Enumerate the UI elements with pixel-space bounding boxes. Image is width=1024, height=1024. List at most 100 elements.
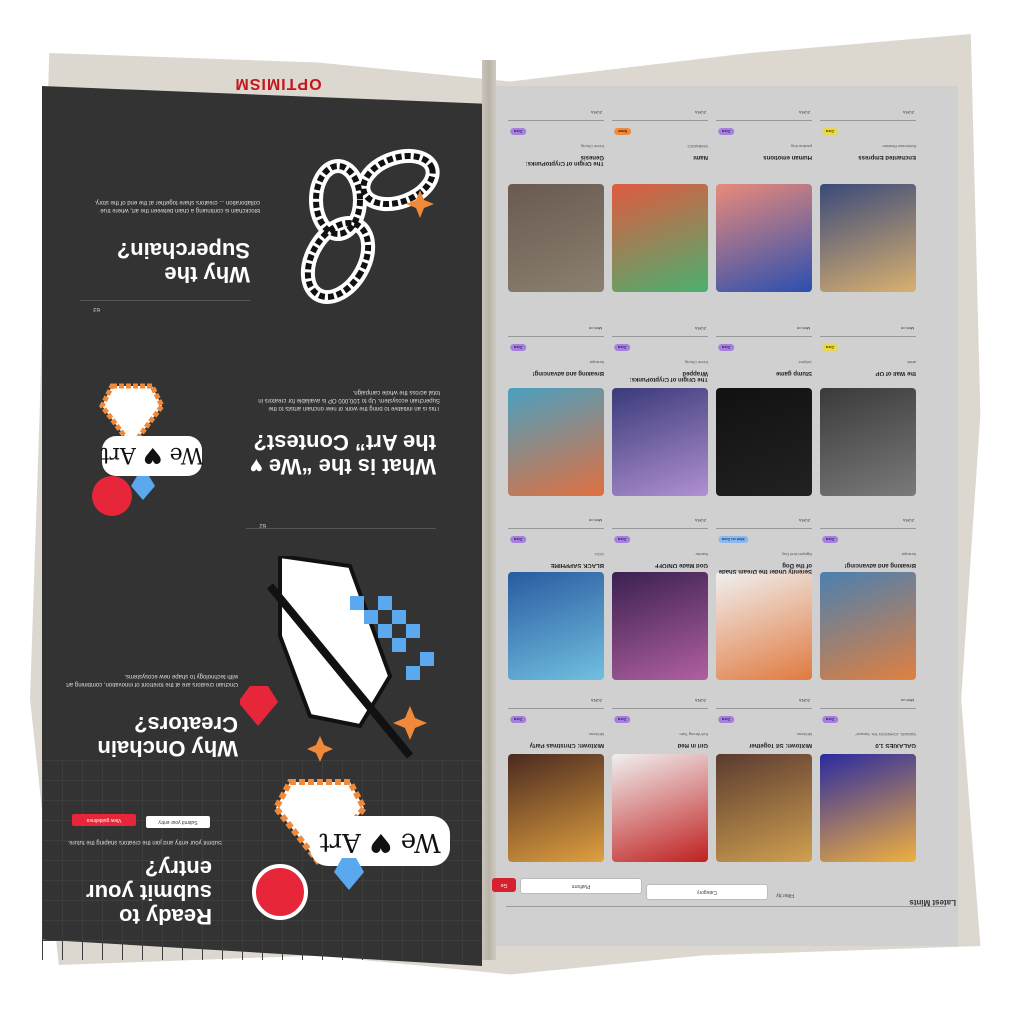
chain-badge: Zora: [614, 536, 631, 543]
mint-platform-label: ZORA: [694, 518, 706, 523]
what-is-body: This is an initiative to bring the work …: [258, 389, 440, 411]
mint-platform-label: ZORA: [798, 518, 810, 523]
nft-card[interactable]: Mint on Zora GOU BLACK SAPPHIRE: [508, 512, 604, 688]
nft-card[interactable]: Mint on Zora funsupa Breaking and advancing…: [508, 320, 604, 496]
nft-artwork-image[interactable]: [612, 184, 708, 292]
guidelines-button-label: View guidelines: [86, 817, 122, 823]
platform-select[interactable]: Platform: [520, 878, 642, 894]
mint-platform-label: ZORA: [590, 110, 602, 115]
mint-platform-label: Mint on: [900, 326, 914, 331]
nft-card[interactable]: ZORA Zora paulina ring Human emotions: [716, 104, 812, 292]
nft-artwork-image[interactable]: [820, 572, 916, 680]
card-title: GALAXIES 1.0: [875, 742, 916, 748]
nft-artwork-image[interactable]: [820, 388, 916, 496]
chain-badge: Zora: [822, 716, 839, 723]
nft-card[interactable]: Mint on Zora Jollyboi Stump game: [716, 320, 812, 496]
nft-card[interactable]: ZORA Zora Ikamiw God Made ON/OFF: [612, 512, 708, 688]
card-title: Breaking and advancing!: [844, 562, 916, 568]
card-divider: [612, 336, 708, 337]
chain-badge: Zora: [614, 344, 631, 351]
hand-illustration-icon: [240, 556, 434, 762]
nft-card[interactable]: ZORA Zora MiXtown MiXtown: Sit Together: [716, 692, 812, 868]
chain-badge: Zora: [510, 536, 527, 543]
card-title: Human emotions: [763, 154, 812, 160]
nft-artwork-image[interactable]: [716, 572, 812, 680]
card-title: Serenity Under the Dream Shade of the Do…: [718, 562, 812, 574]
card-artist: MiXtown: [796, 732, 812, 737]
brand-logo: OPTIMISM: [234, 75, 322, 92]
nft-card[interactable]: ZORA Zora funsupa Breaking and advancing!: [820, 512, 916, 688]
category-select[interactable]: Category: [646, 884, 768, 900]
card-title: MiXtown: Christmas Party: [529, 742, 604, 748]
nft-artwork-image[interactable]: [716, 754, 812, 862]
mint-platform-label: Mint on: [588, 326, 602, 331]
nft-artwork-image[interactable]: [508, 184, 604, 292]
nft-artwork-image[interactable]: [612, 572, 708, 680]
card-divider: [508, 708, 604, 709]
card-artist: funsupa: [589, 360, 604, 365]
card-artist: artist: [907, 360, 916, 365]
nft-artwork-image[interactable]: [508, 572, 604, 680]
card-title: The Origin of CryptoPunks: Wrapped: [629, 370, 708, 382]
chain-badge: Zora: [510, 716, 527, 723]
mint-platform-label: Mint on: [588, 518, 602, 523]
card-title: Nami: [693, 154, 708, 160]
page-number: 63: [93, 306, 100, 312]
nft-card[interactable]: ZORA Mint on Zora Nguyen Anh Duy Serenity U…: [716, 512, 812, 688]
why-onchain-title: Why Onchain Creators?: [97, 712, 238, 761]
divider: [506, 906, 946, 907]
card-divider: [612, 528, 708, 529]
card-divider: [716, 708, 812, 709]
card-artist: Bohemian Resister: [882, 144, 916, 149]
chain-badge: Zora: [510, 344, 527, 351]
card-divider: [820, 120, 916, 121]
nft-card[interactable]: ZORA Zora MiXtown MiXtown: Christmas Party: [508, 692, 604, 868]
page-fold: [482, 60, 496, 960]
ready-title: Ready to submit your entry?: [86, 856, 212, 929]
nft-card[interactable]: Mint on Zora SAMUEL JOHNSON “Mr. Saxaoe” GA…: [820, 692, 916, 868]
card-divider: [508, 336, 604, 337]
why-onchain-body: Onchain creators are at the forefront of…: [66, 673, 238, 687]
nft-card[interactable]: ZORA Zora Evil Wrong Twin Girl in Red: [612, 692, 708, 868]
card-artist: Nguyen Anh Duy: [781, 552, 812, 557]
guidelines-button[interactable]: View guidelines: [72, 814, 136, 826]
chain-badge: Zora: [718, 128, 735, 135]
card-divider: [716, 336, 812, 337]
card-title: Enchanted Empress: [858, 154, 916, 160]
nft-artwork-image[interactable]: [508, 754, 604, 862]
mint-platform-label: ZORA: [798, 698, 810, 703]
card-title: The Origin of CryptoPunks: Genesis: [525, 154, 604, 166]
chain-badge: Zora: [822, 536, 839, 543]
card-divider: [508, 528, 604, 529]
we-love-art-sticker-icon: We ♥ Art: [252, 779, 450, 920]
chain-badge: Zora: [822, 128, 839, 135]
nft-artwork-image[interactable]: [716, 184, 812, 292]
mint-platform-label: ZORA: [694, 110, 706, 115]
nft-card[interactable]: Mint on Zora artist the Wall of OP: [820, 320, 916, 496]
go-button[interactable]: Go: [492, 878, 516, 892]
card-divider: [820, 708, 916, 709]
card-title: BLACK SAPPHIRE: [550, 562, 604, 568]
nft-card[interactable]: ZORA Base SHIBAKEO Nami: [612, 104, 708, 292]
mint-platform-label: Mint on: [796, 326, 810, 331]
card-artist: Evil Wrong Twin: [679, 732, 708, 737]
chain-badge: Base: [614, 128, 632, 135]
nft-artwork-image[interactable]: [508, 388, 604, 496]
nft-artwork-image[interactable]: [820, 184, 916, 292]
mint-platform-label: Mint on: [900, 698, 914, 703]
submit-entry-button[interactable]: Submit your entry: [146, 816, 210, 828]
go-button-label: Go: [500, 882, 508, 888]
nft-artwork-image[interactable]: [612, 388, 708, 496]
nft-artwork-image[interactable]: [716, 388, 812, 496]
mint-platform-label: ZORA: [694, 698, 706, 703]
platform-select-label: Platform: [571, 883, 591, 889]
nft-artwork-image[interactable]: [820, 754, 916, 862]
filter-by-label: Filter by: [776, 892, 794, 898]
nft-card[interactable]: ZORA Zora Bohemian Resister Enchanted Empre…: [820, 104, 916, 292]
card-divider: [716, 120, 812, 121]
nft-artwork-image[interactable]: [612, 754, 708, 862]
nft-card[interactable]: ZORA Zora Kevin Chung The Origin of CryptoP…: [612, 320, 708, 496]
card-artist: SAMUEL JOHNSON “Mr. Saxaoe”: [855, 732, 916, 737]
category-select-label: Category: [696, 889, 718, 895]
nft-card[interactable]: ZORA Zora Kevin Chung The Origin of CryptoP…: [508, 104, 604, 292]
